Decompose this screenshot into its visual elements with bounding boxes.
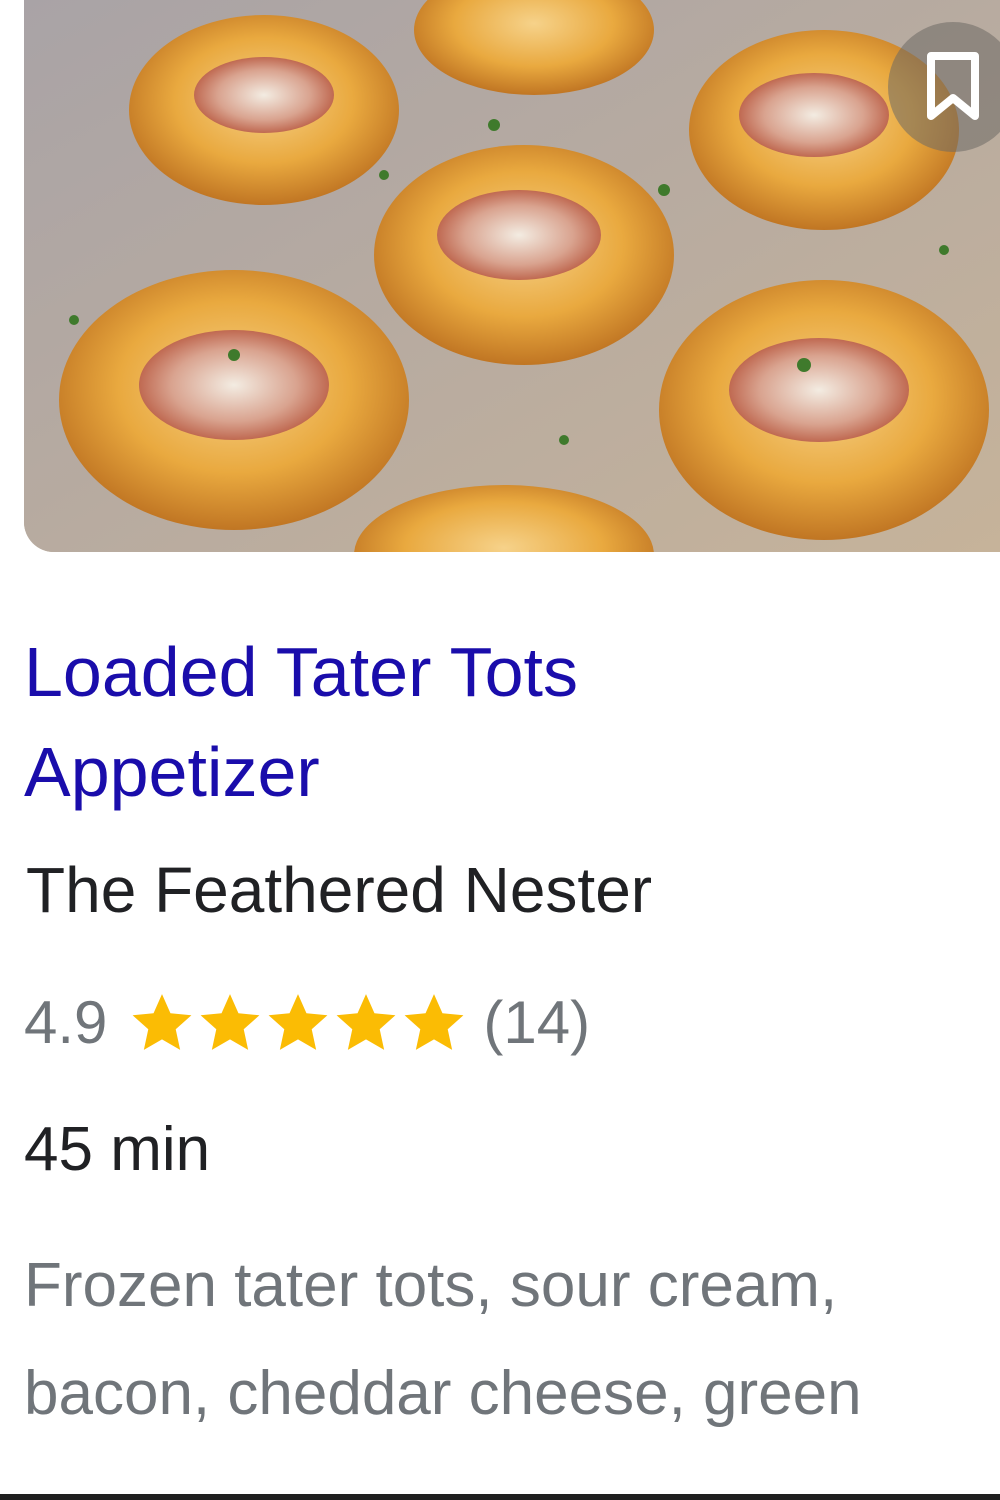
star-icon	[129, 991, 195, 1053]
star-icon	[333, 991, 399, 1053]
recipe-title-link[interactable]: Loaded Tater Tots Appetizer	[24, 622, 724, 822]
star-icon	[197, 991, 263, 1053]
bookmark-icon	[927, 52, 979, 120]
rating-value: 4.9	[24, 988, 108, 1056]
recipe-source: The Feathered Nester	[26, 854, 653, 926]
tot-cup	[374, 145, 674, 365]
tot-cup	[59, 270, 409, 530]
rating-row: 4.9 (14)	[24, 982, 590, 1062]
divider	[0, 1494, 1000, 1500]
recipe-image[interactable]	[24, 0, 1000, 552]
ingredients-text: Frozen tater tots, sour cream, bacon, ch…	[24, 1251, 862, 1428]
star-rating	[129, 991, 467, 1053]
tot-cup	[659, 280, 989, 540]
review-count: (14)	[483, 988, 591, 1056]
cook-time: 45 min	[24, 1115, 211, 1184]
star-icon	[401, 991, 467, 1053]
recipe-card[interactable]: Loaded Tater Tots Appetizer The Feathere…	[0, 0, 1000, 1500]
tot-cup	[129, 15, 399, 205]
star-icon	[265, 991, 331, 1053]
